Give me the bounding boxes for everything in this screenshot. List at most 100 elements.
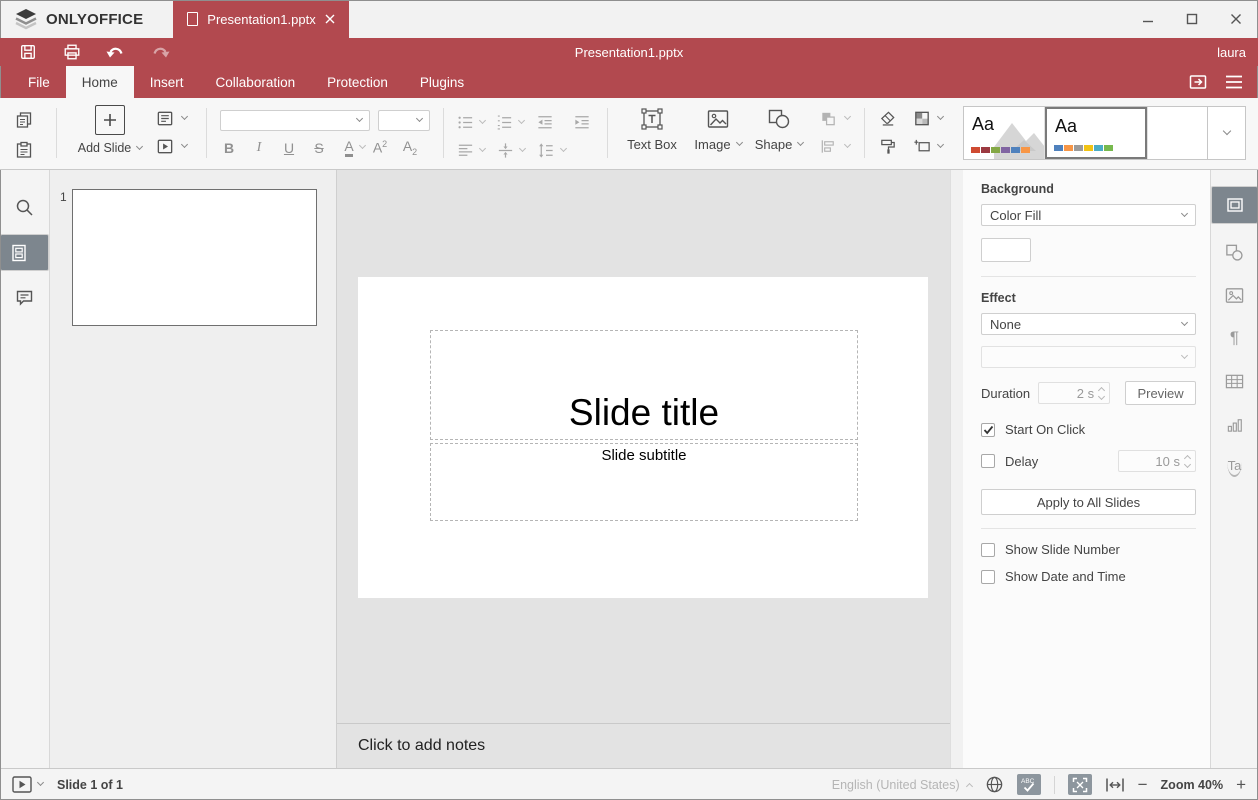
fit-to-width-icon[interactable]	[1105, 777, 1125, 793]
theme1-color-2	[991, 147, 1000, 153]
font-name-combo[interactable]	[220, 110, 370, 131]
subscript-button[interactable]: A2	[395, 138, 425, 157]
theme-thumbnail-1[interactable]: Aa	[964, 107, 1045, 159]
chevron-down-icon	[844, 141, 851, 148]
close-tab-icon[interactable]	[325, 14, 335, 24]
color-scheme-button[interactable]	[912, 109, 943, 128]
superscript-button[interactable]: A2	[365, 139, 395, 156]
language-selector[interactable]: English (United States)	[832, 778, 972, 792]
menu-protection[interactable]: Protection	[311, 66, 404, 98]
menu-home[interactable]: Home	[66, 66, 134, 98]
notes-area[interactable]: Click to add notes	[337, 723, 950, 768]
effect-select[interactable]: None	[981, 313, 1196, 335]
duration-label: Duration	[981, 386, 1030, 401]
maximize-button[interactable]	[1170, 0, 1214, 38]
theme-thumbnail-2-selected[interactable]: Aa	[1045, 107, 1147, 159]
fit-to-slide-toggle[interactable]	[1068, 774, 1092, 795]
start-on-click-checkbox[interactable]	[981, 423, 995, 437]
paragraph-settings-tab[interactable]: ¶	[1211, 323, 1258, 353]
underline-button[interactable]: U	[274, 140, 304, 156]
add-slide-button[interactable]: Add Slide	[78, 105, 143, 155]
image-settings-tab[interactable]	[1211, 280, 1258, 310]
chevron-down-icon	[797, 139, 804, 146]
slide-settings-tab[interactable]	[1211, 186, 1258, 224]
comments-button[interactable]	[0, 283, 49, 313]
copy-style-button[interactable]	[878, 137, 898, 156]
show-slide-number-checkbox[interactable]	[981, 543, 995, 557]
table-settings-tab[interactable]	[1211, 366, 1258, 396]
menu-file[interactable]: File	[12, 66, 66, 98]
italic-button[interactable]: I	[244, 140, 274, 156]
bullets-button[interactable]	[456, 109, 475, 135]
redo-button[interactable]	[138, 38, 182, 66]
left-sidebar	[0, 170, 50, 768]
menu-plugins[interactable]: Plugins	[404, 66, 480, 98]
copy-button[interactable]	[14, 107, 34, 133]
title-placeholder[interactable]: Slide title	[430, 330, 858, 440]
delay-spinner[interactable]: 10 s	[1118, 450, 1196, 472]
delay-checkbox[interactable]	[981, 454, 995, 468]
background-fill-select[interactable]: Color Fill	[981, 204, 1196, 226]
spellcheck-toggle[interactable]: ABC	[1017, 774, 1041, 795]
apply-to-all-slides-button[interactable]: Apply to All Slides	[981, 489, 1196, 515]
change-layout-button[interactable]	[155, 109, 187, 128]
bold-button[interactable]: B	[214, 140, 244, 156]
text-box-button[interactable]: Text Box	[621, 106, 683, 152]
close-window-button[interactable]	[1214, 0, 1258, 38]
numbering-button[interactable]	[495, 109, 514, 135]
paste-button[interactable]	[14, 137, 34, 163]
slide-thumbnail[interactable]	[72, 189, 317, 326]
theme-gallery-expand-button[interactable]	[1208, 106, 1246, 160]
start-slideshow-button[interactable]	[155, 137, 187, 156]
decrease-indent-button[interactable]	[535, 109, 555, 135]
editor-canvas[interactable]: Slide title Slide subtitle Click to add …	[337, 170, 963, 768]
shape-icon	[766, 106, 792, 132]
menu-insert[interactable]: Insert	[134, 66, 200, 98]
insert-image-button[interactable]: Image	[690, 106, 746, 152]
line-spacing-button[interactable]	[536, 137, 556, 163]
set-language-globe-icon[interactable]	[985, 775, 1004, 794]
zoom-out-button[interactable]: −	[1138, 776, 1148, 793]
background-color-swatch[interactable]	[981, 238, 1031, 262]
subtitle-placeholder[interactable]: Slide subtitle	[430, 443, 858, 521]
show-date-time-checkbox[interactable]	[981, 570, 995, 584]
print-button[interactable]	[50, 38, 94, 66]
superscript-icon: A	[373, 140, 382, 156]
preview-button[interactable]: Preview	[1125, 381, 1196, 405]
vertical-scrollbar[interactable]	[950, 170, 963, 768]
numbering-icon	[495, 113, 514, 132]
minimize-button[interactable]	[1126, 0, 1170, 38]
insert-shape-button[interactable]: Shape	[750, 106, 808, 152]
slide[interactable]: Slide title Slide subtitle	[358, 277, 928, 598]
horizontal-align-button[interactable]	[456, 137, 475, 163]
arrange-shape-button[interactable]	[818, 109, 850, 128]
slide-thumbnails-panel[interactable]: 1	[50, 170, 337, 768]
effect-type-select-disabled[interactable]	[981, 346, 1196, 368]
slide-size-button[interactable]	[912, 137, 943, 156]
strikeout-button[interactable]: S	[304, 140, 334, 156]
spinner-carets-icon[interactable]	[1099, 388, 1104, 399]
chart-settings-tab[interactable]	[1211, 409, 1258, 439]
checkmark-icon	[983, 425, 994, 435]
font-size-combo[interactable]	[378, 110, 430, 131]
start-slideshow-status-button[interactable]	[12, 776, 43, 793]
slides-panel-button[interactable]	[0, 234, 49, 271]
document-tab[interactable]: Presentation1.pptx	[173, 0, 348, 38]
open-file-location-icon[interactable]	[1188, 73, 1208, 91]
menu-collaboration[interactable]: Collaboration	[200, 66, 312, 98]
search-button[interactable]	[0, 192, 49, 222]
font-color-button[interactable]: A	[334, 138, 364, 157]
align-shape-button[interactable]	[818, 137, 850, 156]
spinner-carets-icon[interactable]	[1185, 456, 1190, 467]
vertical-align-button[interactable]	[496, 137, 515, 163]
shape-settings-tab[interactable]	[1211, 237, 1258, 267]
hamburger-menu-icon[interactable]	[1224, 74, 1244, 90]
increase-indent-button[interactable]	[572, 109, 592, 135]
save-button[interactable]	[6, 38, 50, 66]
zoom-in-button[interactable]: +	[1236, 776, 1246, 793]
text-art-settings-tab[interactable]: Ta	[1211, 452, 1258, 482]
clear-style-button[interactable]	[878, 109, 898, 128]
duration-spinner[interactable]: 2 s	[1038, 382, 1110, 404]
undo-button[interactable]	[94, 38, 138, 66]
document-tab-title: Presentation1.pptx	[207, 12, 315, 27]
